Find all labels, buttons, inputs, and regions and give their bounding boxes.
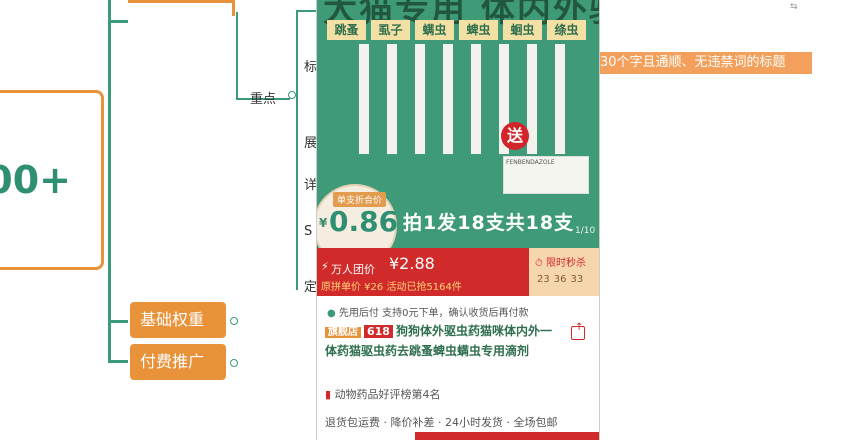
flash-sale-label-text: 限时秒杀 [545,258,586,269]
ranking-text: 动物药品好评榜第4名 [334,388,441,401]
share-arrow-icon: ↑ [575,322,584,333]
flash-sale-label: ⏱ 限时秒杀 [535,258,586,269]
group-price-label: 万人团价 [331,263,375,276]
collapse-dot[interactable] [288,91,296,99]
connector-line [108,360,128,363]
promo-618-badge: 618 [364,325,393,338]
root-node[interactable]: 00+ [0,90,104,270]
original-price-text: 原拼单价 ¥26 活动已抢5164件 [321,282,462,293]
title-note[interactable]: 30个字且通顺、无违禁词的标题 [596,52,812,74]
collapse-dot[interactable] [230,317,238,325]
expand-arrows-icon[interactable]: ⇆ [790,2,798,12]
node-paid-promo[interactable]: 付费推广 [130,344,226,380]
connector-line [236,12,238,98]
group-price-value: ¥2.88 [389,254,435,273]
connector-line [232,0,235,16]
gift-badge: 送 [501,122,529,150]
image-counter: 1/10 [575,226,596,236]
node-basic-weight[interactable]: 基础权重 [130,302,226,338]
pay-later-text: 先用后付 支持0元下单，确认收货后再付款 [338,308,529,319]
flash-sale-countdown: ⏱ 限时秒杀 23 36 33 [529,248,599,296]
ranking-icon: ▮ [325,388,332,401]
connector-line [128,0,232,3]
pest-tag: 蜱虫 [459,20,498,40]
store-flag-badge: 旗舰店 [325,327,361,338]
connector-line [108,320,128,323]
countdown-digits: 23 36 33 [537,274,583,285]
connector-line [296,10,298,290]
pest-tag: 虱子 [371,20,410,40]
connector-line [108,20,128,23]
countdown-hours: 23 [537,274,550,285]
service-guarantees[interactable]: 退货包运费 · 降价补差 · 24小时发货 · 全场包邮 [325,414,557,430]
connector-line [108,0,111,362]
pest-tag: 跳蚤 [327,20,366,40]
countdown-minutes: 36 [553,274,567,285]
side-label-4: S [304,224,313,239]
unit-price-currency: ¥ [319,216,328,230]
product-hero-image[interactable]: 大猫专用 体内外驱虫 跳蚤 虱子 螨虫 蜱虫 蛔虫 绦虫 送 FENBENDAZ… [317,0,599,248]
pay-later-row[interactable]: ● 先用后付 支持0元下单，确认收货后再付款 [327,304,528,319]
product-page-panel[interactable]: 大猫专用 体内外驱虫 跳蚤 虱子 螨虫 蜱虫 蛔虫 绦虫 送 FENBENDAZ… [316,0,600,440]
product-box-image: FENBENDAZOLE [503,156,589,194]
product-title[interactable]: 旗舰店 618 狗狗体外驱虫药猫咪体内外一体药猫驱虫药去跳蚤蜱虫螨虫专用滴剂 [325,322,559,361]
connector-line [296,10,316,12]
product-box-text: FENBENDAZOLE [506,159,555,166]
node-basic-weight-label: 基础权重 [140,310,205,329]
branch-focus-label[interactable]: 重点 [250,88,276,107]
pest-tag: 螨虫 [415,20,454,40]
check-icon: ● [327,308,336,319]
pest-tags: 跳蚤 虱子 螨虫 蜱虫 蛔虫 绦虫 [327,20,586,40]
product-illustration [341,44,599,154]
ranking-row[interactable]: ▮ 动物药品好评榜第4名 [325,386,441,402]
unit-price-value: 0.86 [329,205,399,238]
bottom-action-bar[interactable] [415,432,599,440]
node-paid-promo-label: 付费推广 [140,352,205,371]
lightning-icon: ⚡ [321,260,329,273]
root-node-text: 00+ [0,158,71,202]
countdown-seconds: 33 [570,274,584,285]
collapse-dot[interactable] [230,359,238,367]
pest-tag: 蛔虫 [503,20,542,40]
hero-slogan: 拍1发18支共18支 [403,212,575,234]
pest-tag: 绦虫 [547,20,586,40]
